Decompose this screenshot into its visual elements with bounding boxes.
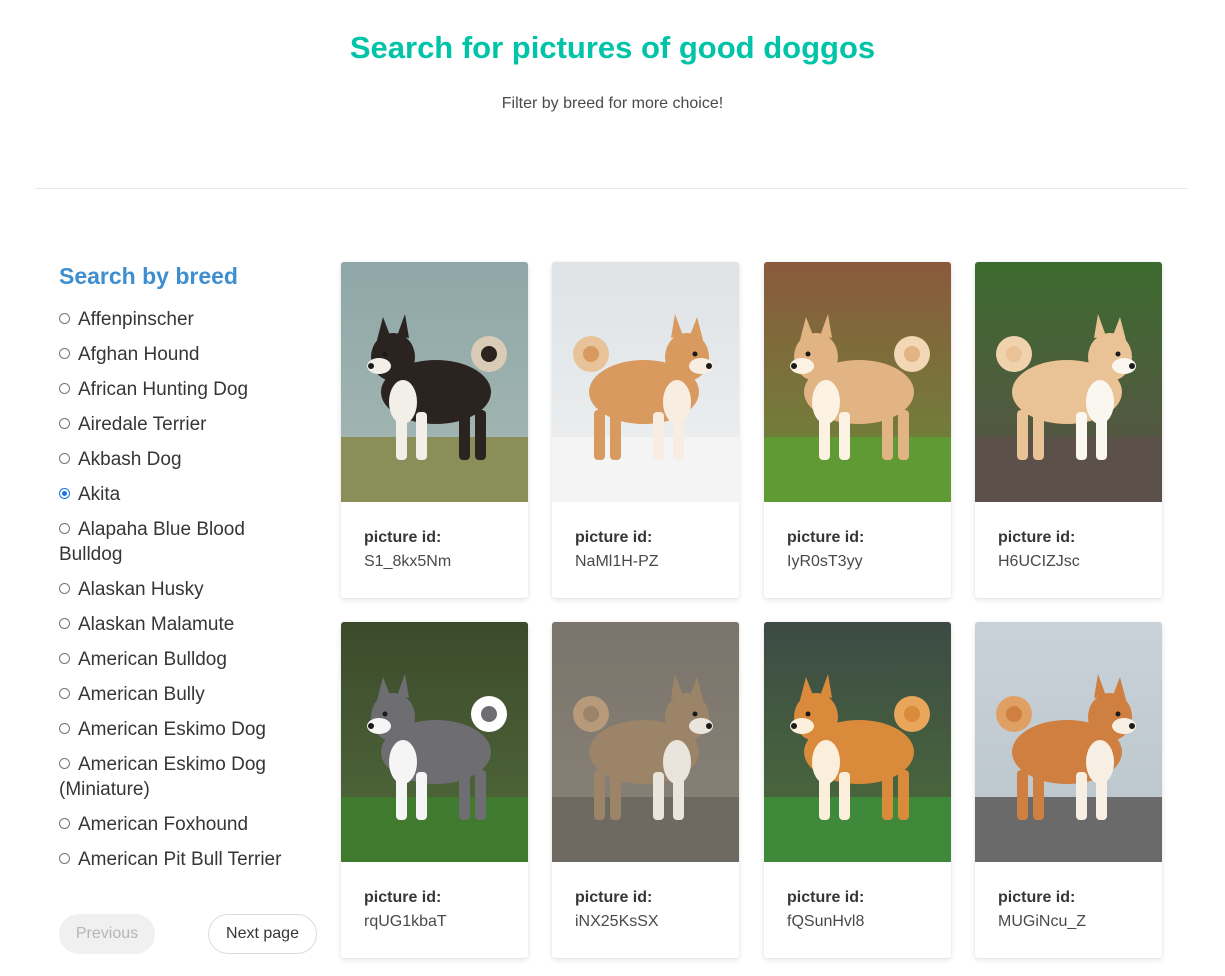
breed-option-label: American Eskimo Dog: [78, 719, 266, 740]
radio-button[interactable]: [59, 723, 70, 734]
picture-id-value: fQSunHvl8: [787, 913, 865, 930]
radio-button[interactable]: [59, 418, 70, 429]
next-page-button[interactable]: Next page: [208, 914, 317, 954]
breed-option-label: Alapaha Blue Blood Bulldog: [59, 519, 245, 565]
breed-option-label: Afghan Hound: [78, 344, 200, 365]
dog-photo[interactable]: [764, 262, 951, 502]
radio-button[interactable]: [59, 818, 70, 829]
breed-option[interactable]: American Bulldog: [59, 647, 299, 672]
picture-card[interactable]: picture id: NaMl1H-PZ: [552, 262, 739, 598]
breed-option[interactable]: American Foxhound: [59, 812, 299, 837]
divider: [35, 188, 1187, 189]
breed-option[interactable]: American Bully: [59, 682, 299, 707]
picture-id-label: picture id:: [575, 889, 653, 906]
radio-button[interactable]: [59, 758, 70, 769]
radio-button[interactable]: [59, 313, 70, 324]
previous-button[interactable]: Previous: [59, 914, 155, 954]
breed-option-label: Alaskan Husky: [78, 579, 204, 600]
radio-button[interactable]: [59, 383, 70, 394]
breed-option[interactable]: Akita: [59, 482, 299, 507]
dog-photo[interactable]: [552, 622, 739, 862]
breed-option-label: African Hunting Dog: [78, 379, 249, 400]
dog-photo[interactable]: [975, 262, 1162, 502]
picture-card[interactable]: picture id: iNX25KsSX: [552, 622, 739, 958]
picture-id-label: picture id:: [787, 889, 865, 906]
breed-option-label: American Bulldog: [78, 649, 227, 670]
radio-button[interactable]: [59, 688, 70, 699]
breed-option-label: American Eskimo Dog (Miniature): [59, 754, 266, 800]
picture-card[interactable]: picture id: S1_8kx5Nm: [341, 262, 528, 598]
radio-button[interactable]: [59, 618, 70, 629]
picture-card[interactable]: picture id: H6UCIZJsc: [975, 262, 1162, 598]
page-title: Search for pictures of good doggos: [349, 30, 876, 65]
breed-filter-sidebar: Search by breed Affenpinscher Afghan Houn…: [59, 258, 319, 882]
sidebar-title: Search by breed: [59, 263, 238, 289]
picture-id-label: picture id:: [998, 889, 1076, 906]
dog-photo[interactable]: [341, 262, 528, 502]
page-subtitle: Filter by breed for more choice!: [501, 95, 724, 112]
dog-photo[interactable]: [975, 622, 1162, 862]
radio-button[interactable]: [59, 488, 70, 499]
breed-option[interactable]: American Pit Bull Terrier: [59, 847, 299, 872]
picture-id-value: iNX25KsSX: [575, 913, 659, 930]
picture-card[interactable]: picture id: IyR0sT3yy: [764, 262, 951, 598]
breed-option[interactable]: Alaskan Husky: [59, 577, 299, 602]
picture-id-value: MUGiNcu_Z: [998, 913, 1087, 930]
picture-id-value: H6UCIZJsc: [998, 553, 1080, 570]
picture-id-label: picture id:: [364, 889, 442, 906]
picture-id-value: NaMl1H-PZ: [575, 553, 659, 570]
picture-id-value: S1_8kx5Nm: [364, 553, 452, 570]
breed-option-label: Akbash Dog: [78, 449, 182, 470]
dog-photo[interactable]: [341, 622, 528, 862]
picture-id-label: picture id:: [787, 529, 865, 546]
radio-button[interactable]: [59, 348, 70, 359]
breed-option[interactable]: Akbash Dog: [59, 447, 299, 472]
picture-id-label: picture id:: [998, 529, 1076, 546]
radio-button[interactable]: [59, 523, 70, 534]
breed-option[interactable]: American Eskimo Dog: [59, 717, 299, 742]
breed-option[interactable]: Alaskan Malamute: [59, 612, 299, 637]
picture-card[interactable]: picture id: rqUG1kbaT: [341, 622, 528, 958]
breed-option-label: Airedale Terrier: [78, 414, 207, 435]
breed-option[interactable]: Airedale Terrier: [59, 412, 299, 437]
picture-id-label: picture id:: [575, 529, 653, 546]
picture-card[interactable]: picture id: fQSunHvl8: [764, 622, 951, 958]
radio-button[interactable]: [59, 853, 70, 864]
picture-id-value: rqUG1kbaT: [364, 913, 447, 930]
breed-option[interactable]: American Eskimo Dog (Miniature): [59, 752, 299, 802]
picture-card[interactable]: picture id: MUGiNcu_Z: [975, 622, 1162, 958]
breed-option-label: American Foxhound: [78, 814, 249, 835]
radio-button[interactable]: [59, 453, 70, 464]
breed-option-label: American Pit Bull Terrier: [78, 849, 282, 870]
breed-option[interactable]: Affenpinscher: [59, 307, 299, 332]
breed-option-label: American Bully: [78, 684, 205, 705]
radio-button[interactable]: [59, 653, 70, 664]
breed-radio-list: Affenpinscher Afghan Hound African Hunting…: [59, 307, 319, 872]
picture-id-value: IyR0sT3yy: [787, 553, 863, 570]
breed-option[interactable]: African Hunting Dog: [59, 377, 299, 402]
picture-id-label: picture id:: [364, 529, 442, 546]
radio-button[interactable]: [59, 583, 70, 594]
breed-option-label: Akita: [78, 484, 121, 505]
dog-photo[interactable]: [552, 262, 739, 502]
dog-photo[interactable]: [764, 622, 951, 862]
breed-option-label: Alaskan Malamute: [78, 614, 235, 635]
pagination: Previous Next page: [59, 914, 317, 954]
breed-option[interactable]: Afghan Hound: [59, 342, 299, 367]
breed-option[interactable]: Alapaha Blue Blood Bulldog: [59, 517, 299, 567]
breed-option-label: Affenpinscher: [78, 309, 194, 330]
